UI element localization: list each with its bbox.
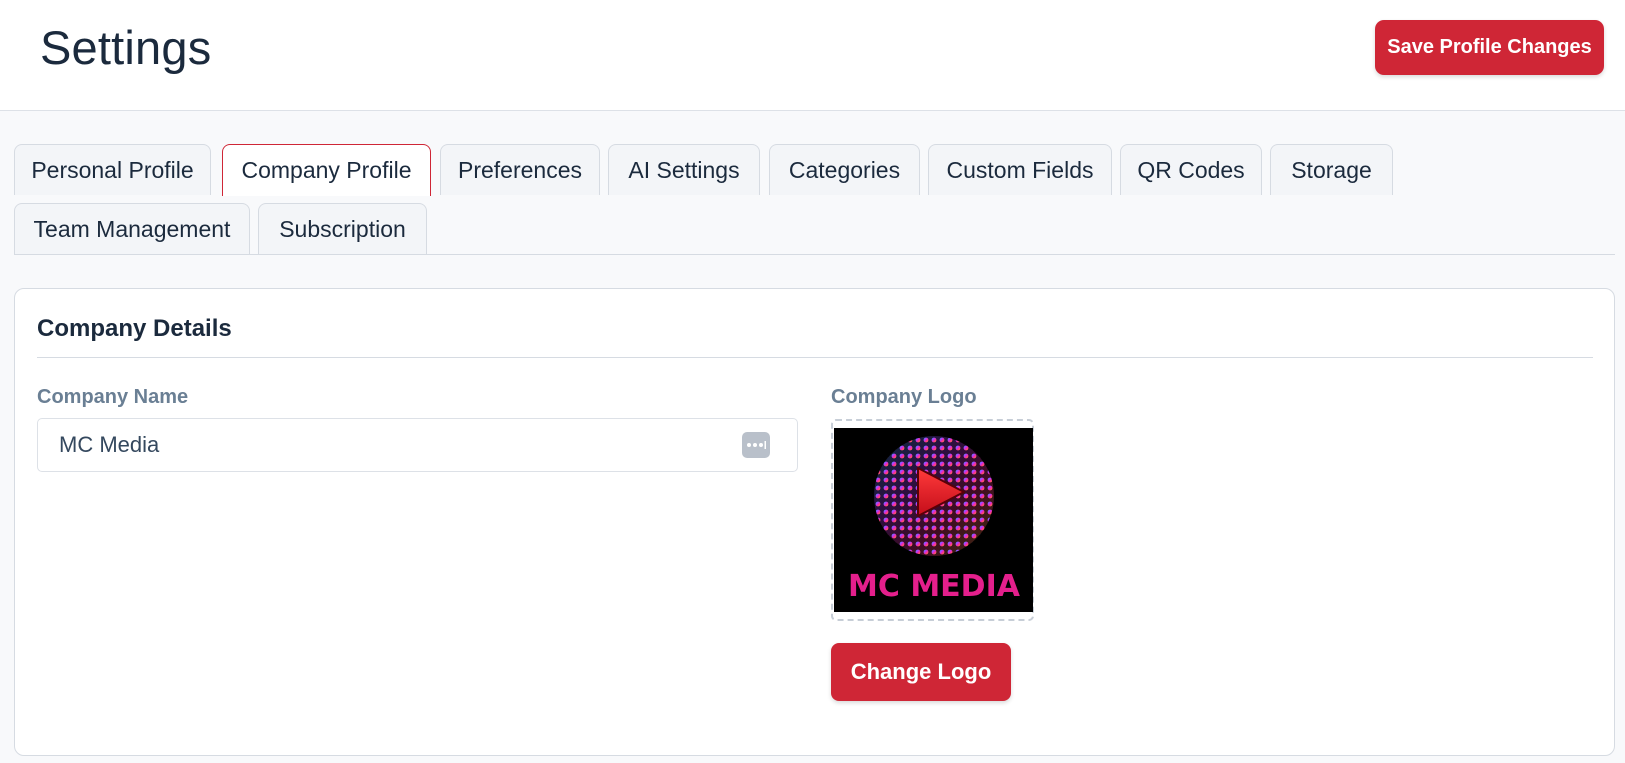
logo-wordmark: MC MEDIA: [848, 569, 1021, 604]
company-logo-dropzone[interactable]: MC MEDIA: [831, 419, 1034, 621]
tab-custom-fields[interactable]: Custom Fields: [928, 144, 1112, 195]
page-title: Settings: [40, 21, 212, 74]
more-dots-icon[interactable]: [742, 432, 770, 458]
tab-qr-codes[interactable]: QR Codes: [1120, 144, 1262, 195]
tab-storage[interactable]: Storage: [1270, 144, 1393, 195]
tab-company-profile[interactable]: Company Profile: [222, 144, 431, 196]
company-name-label: Company Name: [37, 386, 189, 408]
save-profile-changes-button[interactable]: Save Profile Changes: [1375, 20, 1604, 75]
company-name-input[interactable]: [37, 418, 798, 472]
change-logo-button[interactable]: Change Logo: [831, 643, 1011, 701]
tab-ai-settings[interactable]: AI Settings: [608, 144, 760, 195]
company-logo-image: MC MEDIA: [834, 428, 1033, 612]
card-title: Company Details: [37, 315, 232, 342]
tab-subscription[interactable]: Subscription: [258, 203, 427, 254]
tab-bar-divider: [14, 254, 1615, 255]
company-logo-label: Company Logo: [831, 386, 977, 408]
tab-team-management[interactable]: Team Management: [14, 203, 250, 254]
card-divider: [37, 357, 1593, 358]
tab-categories[interactable]: Categories: [769, 144, 920, 195]
tab-personal-profile[interactable]: Personal Profile: [14, 144, 211, 195]
company-details-card: Company Details Company Name Company Log…: [14, 288, 1615, 756]
page-header: Settings Save Profile Changes: [0, 0, 1625, 111]
tab-preferences[interactable]: Preferences: [440, 144, 600, 195]
